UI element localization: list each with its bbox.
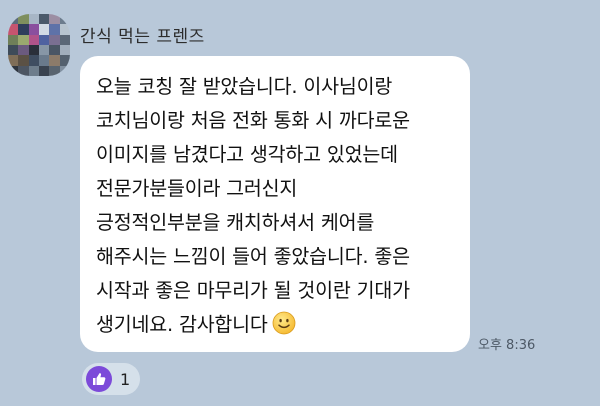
message-bubble[interactable]: 오늘 코칭 잘 받았습니다. 이사님이랑 코치님이랑 처음 전화 통화 시 까다… bbox=[80, 56, 470, 352]
message-line: 전문가분들이라 그러신지 bbox=[96, 177, 298, 200]
message-line: 이미지를 남겼다고 생각하고 있었는데 bbox=[96, 143, 398, 166]
reaction-count: 1 bbox=[120, 369, 131, 389]
sender-avatar[interactable] bbox=[8, 14, 70, 76]
message-line: 긍정적인부분을 캐치하셔서 케어를 bbox=[96, 211, 375, 234]
message-line-text: 생기네요. 감사합니다 bbox=[96, 313, 268, 336]
message-line: 해주시는 느낌이 들어 좋았습니다. 좋은 bbox=[96, 245, 410, 268]
smiling-face-emoji-icon bbox=[272, 311, 296, 346]
message-line-last: 생기네요. 감사합니다 bbox=[96, 308, 458, 346]
sender-name: 간식 먹는 프렌즈 bbox=[80, 27, 205, 47]
reaction-badge[interactable]: 1 bbox=[82, 363, 141, 395]
thumbs-up-icon bbox=[86, 366, 112, 392]
message-line: 시작과 좋은 마무리가 될 것이란 기대가 bbox=[96, 279, 410, 302]
message-line: 코치님이랑 처음 전화 통화 시 까다로운 bbox=[96, 109, 410, 132]
message-line: 오늘 코칭 잘 받았습니다. 이사님이랑 bbox=[96, 75, 393, 98]
message-timestamp: 오후 8:36 bbox=[478, 338, 536, 353]
